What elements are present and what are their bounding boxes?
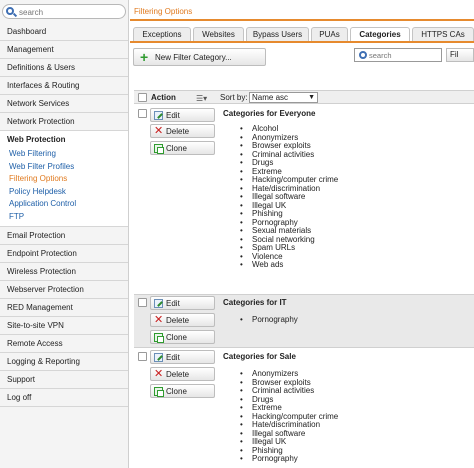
page-title-bar: Filtering Options xyxy=(130,4,474,21)
sort-select[interactable]: Name asc ▼ xyxy=(249,92,318,103)
sidebar-sub-web-filter-profiles[interactable]: Web Filter Profiles xyxy=(0,161,128,174)
sidebar-item-endpoint-protection[interactable]: Endpoint Protection xyxy=(0,245,128,263)
edit-button[interactable]: Edit xyxy=(150,296,215,310)
clone-button[interactable]: Clone xyxy=(150,330,215,344)
filter-search-input[interactable] xyxy=(369,50,439,61)
delete-icon: ✕ xyxy=(154,368,164,380)
sidebar-item-dashboard[interactable]: Dashboard xyxy=(0,23,128,41)
edit-button[interactable]: Edit xyxy=(150,108,215,122)
category-row: Edit ✕ Delete Clone Categories for Sale … xyxy=(134,348,474,468)
sidebar-item-interfaces-routing[interactable]: Interfaces & Routing xyxy=(0,77,128,95)
sidebar-item-support[interactable]: Support xyxy=(0,371,128,389)
sidebar-item-web-protection[interactable]: Web Protection xyxy=(0,131,128,148)
column-menu-icon[interactable]: ☰▾ xyxy=(196,94,207,103)
sidebar-item-webserver-protection[interactable]: Webserver Protection xyxy=(0,281,128,299)
sidebar-item-log-off[interactable]: Log off xyxy=(0,389,128,407)
delete-label: Delete xyxy=(166,316,190,325)
row-checkbox[interactable] xyxy=(138,298,147,307)
sidebar-sub-ftp[interactable]: FTP xyxy=(0,211,128,224)
search-icon xyxy=(359,51,367,59)
category-list: AlcoholAnonymizersBrowser exploitsCrimin… xyxy=(240,124,338,270)
main-panel: Filtering Options Exceptions Websites By… xyxy=(130,0,474,468)
sidebar-item-network-services[interactable]: Network Services xyxy=(0,95,128,113)
sidebar-item-definitions-users[interactable]: Definitions & Users xyxy=(0,59,128,77)
sort-by-label: Sort by: xyxy=(220,93,248,102)
tab-bar: Exceptions Websites Bypass Users PUAs Ca… xyxy=(130,27,474,41)
category-list: AnonymizersBrowser exploitsCriminal acti… xyxy=(240,369,338,464)
page-title: Filtering Options xyxy=(134,7,193,16)
sidebar-item-email-protection[interactable]: Email Protection xyxy=(0,227,128,245)
action-header: Action xyxy=(151,93,176,102)
sidebar-item-network-protection[interactable]: Network Protection xyxy=(0,113,128,131)
category-item: Web ads xyxy=(240,260,338,270)
tab-bypass-users[interactable]: Bypass Users xyxy=(246,27,309,41)
tab-categories[interactable]: Categories xyxy=(350,27,410,41)
category-item: Pornography xyxy=(240,315,298,325)
category-title: Categories for IT xyxy=(223,298,287,307)
row-checkbox[interactable] xyxy=(138,109,147,118)
sidebar-sub-web-filtering[interactable]: Web Filtering xyxy=(0,148,128,161)
sidebar-search[interactable] xyxy=(2,4,126,19)
delete-button[interactable]: ✕ Delete xyxy=(150,367,215,381)
clone-label: Clone xyxy=(166,387,187,396)
search-icon xyxy=(6,7,14,15)
chevron-down-icon: ▼ xyxy=(308,94,315,101)
sidebar-group-web-protection: Web Protection Web Filtering Web Filter … xyxy=(0,131,128,227)
filter-search-box[interactable] xyxy=(354,48,442,62)
delete-label: Delete xyxy=(166,127,190,136)
tab-exceptions[interactable]: Exceptions xyxy=(133,27,191,41)
tab-https-cas[interactable]: HTTPS CAs xyxy=(412,27,474,41)
sidebar-item-remote-access[interactable]: Remote Access xyxy=(0,335,128,353)
edit-label: Edit xyxy=(166,353,180,362)
sidebar-item-wireless-protection[interactable]: Wireless Protection xyxy=(0,263,128,281)
delete-button[interactable]: ✕ Delete xyxy=(150,124,215,138)
sort-select-value: Name asc xyxy=(252,93,289,102)
delete-icon: ✕ xyxy=(154,125,164,137)
sidebar-item-red-management[interactable]: RED Management xyxy=(0,299,128,317)
list-header: Action ☰▾ Sort by: Name asc ▼ xyxy=(134,90,474,104)
sidebar-nav: Dashboard Management Definitions & Users… xyxy=(0,23,128,407)
edit-icon xyxy=(154,353,163,362)
delete-label: Delete xyxy=(166,370,190,379)
clone-label: Clone xyxy=(166,144,187,153)
sidebar: Dashboard Management Definitions & Users… xyxy=(0,0,129,468)
row-checkbox[interactable] xyxy=(138,352,147,361)
sidebar-item-site-to-site-vpn[interactable]: Site-to-site VPN xyxy=(0,317,128,335)
category-list: Pornography xyxy=(240,315,298,325)
edit-label: Edit xyxy=(166,299,180,308)
delete-icon: ✕ xyxy=(154,314,164,326)
sidebar-item-management[interactable]: Management xyxy=(0,41,128,59)
filter-search: Fil xyxy=(354,48,474,62)
clone-button[interactable]: Clone xyxy=(150,384,215,398)
plus-icon: + xyxy=(140,49,149,65)
sidebar-sub-filtering-options[interactable]: Filtering Options xyxy=(0,173,128,186)
edit-button[interactable]: Edit xyxy=(150,350,215,364)
filter-button[interactable]: Fil xyxy=(446,48,474,62)
tab-underline xyxy=(130,41,474,43)
edit-icon xyxy=(154,111,163,120)
new-filter-category-label: New Filter Category... xyxy=(155,53,232,62)
clone-icon xyxy=(154,333,164,343)
delete-button[interactable]: ✕ Delete xyxy=(150,313,215,327)
category-item: Pornography xyxy=(240,454,338,464)
sidebar-item-logging-reporting[interactable]: Logging & Reporting xyxy=(0,353,128,371)
category-title: Categories for Everyone xyxy=(223,109,316,118)
tab-websites[interactable]: Websites xyxy=(193,27,244,41)
edit-icon xyxy=(154,299,163,308)
category-row: Edit ✕ Delete Clone Categories for IT Po… xyxy=(134,295,474,347)
clone-icon xyxy=(154,387,164,397)
category-row: Edit ✕ Delete Clone Categories for Every… xyxy=(134,105,474,294)
sidebar-search-input[interactable] xyxy=(19,6,119,18)
edit-label: Edit xyxy=(166,111,180,120)
sidebar-sub-policy-helpdesk[interactable]: Policy Helpdesk xyxy=(0,186,128,199)
clone-label: Clone xyxy=(166,333,187,342)
new-filter-category-button[interactable]: + New Filter Category... xyxy=(133,48,266,66)
select-all-checkbox[interactable] xyxy=(138,93,147,102)
clone-button[interactable]: Clone xyxy=(150,141,215,155)
sidebar-sub-application-control[interactable]: Application Control xyxy=(0,198,128,211)
category-title: Categories for Sale xyxy=(223,352,296,361)
clone-icon xyxy=(154,144,164,154)
tab-puas[interactable]: PUAs xyxy=(311,27,348,41)
